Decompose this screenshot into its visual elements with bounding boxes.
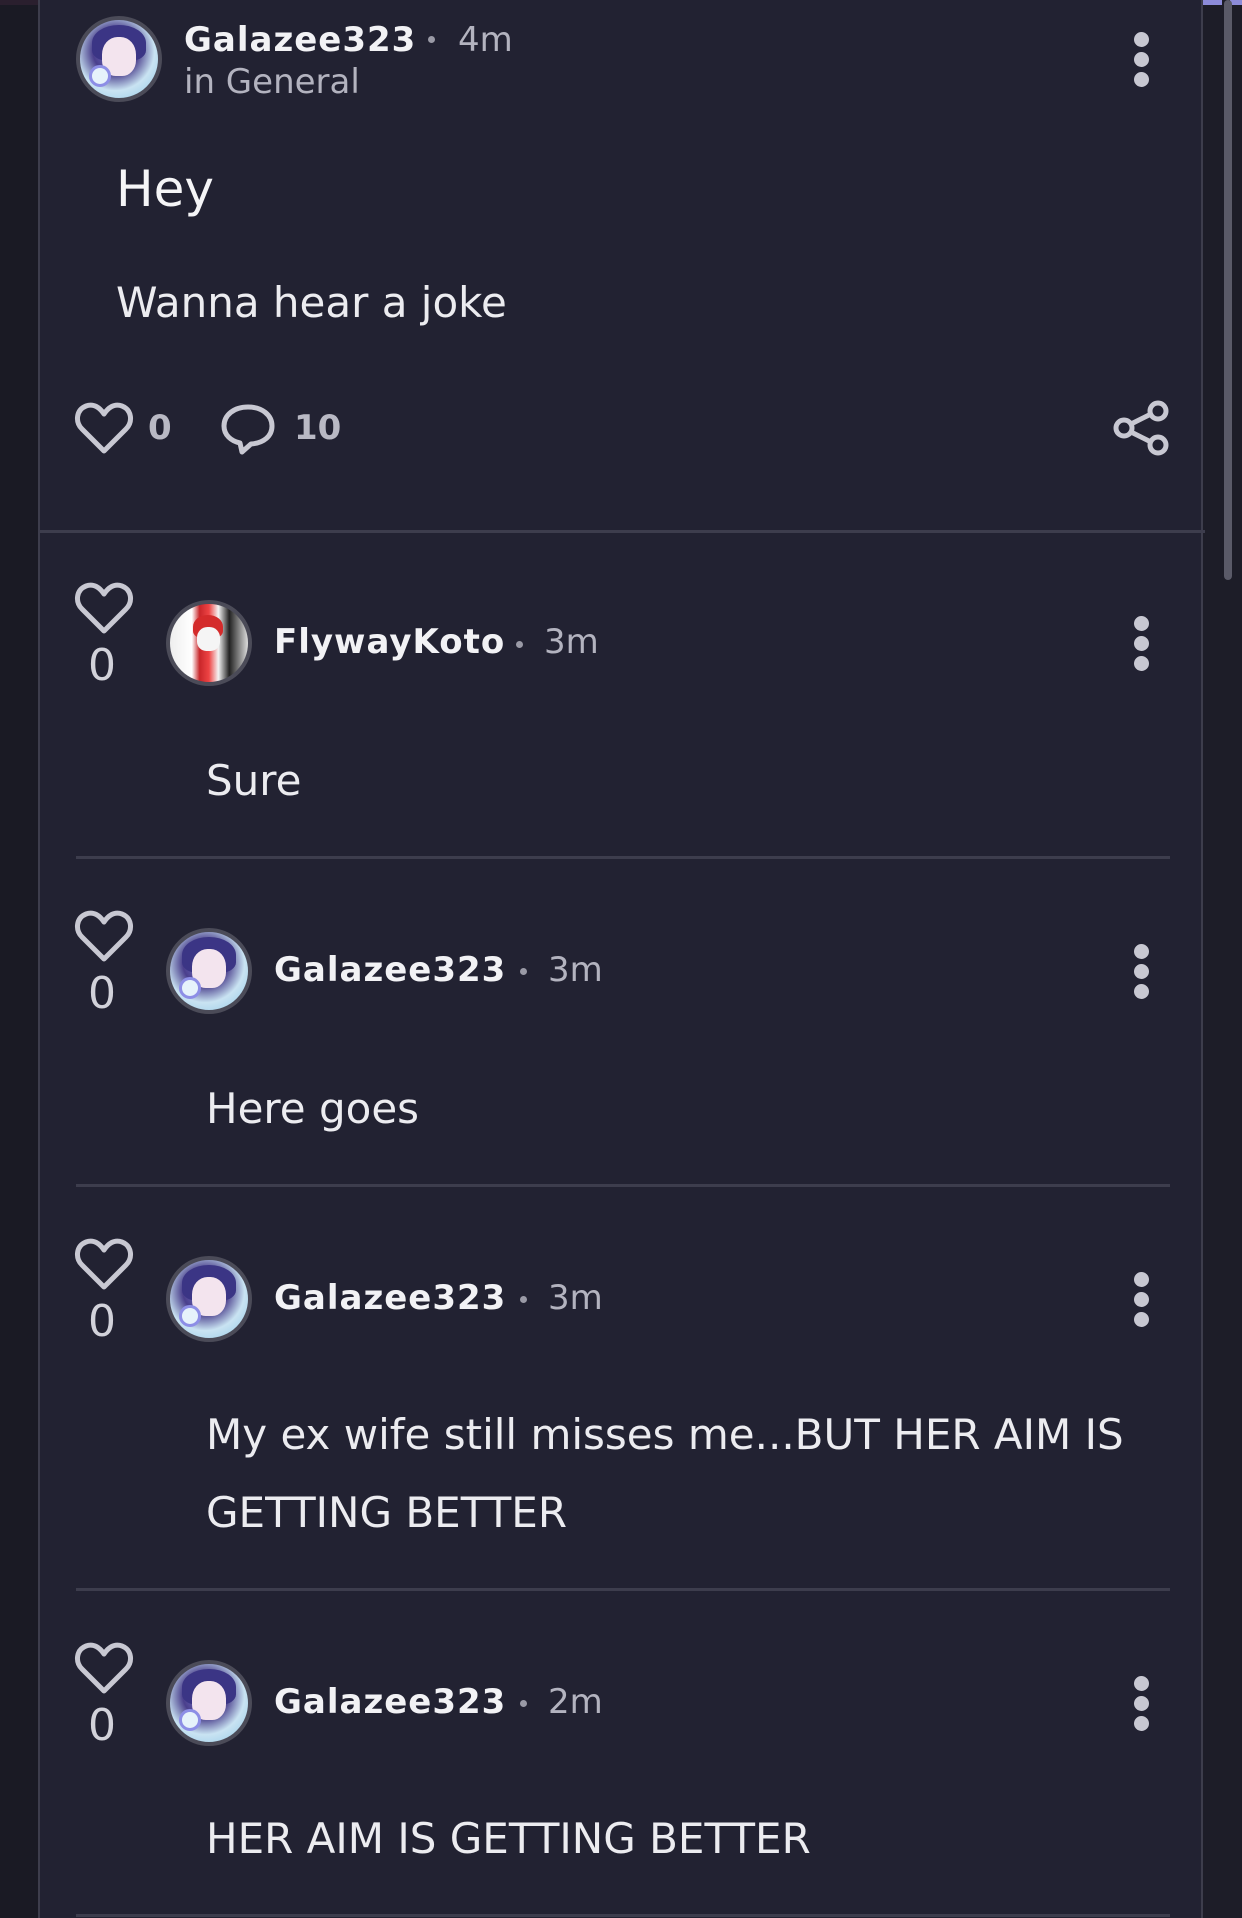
comment-author-avatar[interactable] [166, 600, 252, 686]
separator-dot [520, 1296, 527, 1303]
comment-author-avatar[interactable] [166, 928, 252, 1014]
post-comments-divider [40, 530, 1205, 533]
comment-text: Here goes [206, 1084, 420, 1133]
post-comment-count: 10 [294, 408, 342, 448]
post-author-name[interactable]: Galazee323 [184, 20, 416, 60]
comment-author-avatar[interactable] [166, 1256, 252, 1342]
post-more-options-icon[interactable] [1126, 30, 1156, 90]
comment-author-name[interactable]: Galazee323 [274, 1682, 506, 1722]
comment-divider [76, 1184, 1170, 1187]
post-like-count: 0 [148, 408, 172, 448]
comment-time: 3m [548, 1278, 603, 1318]
left-edge [0, 0, 38, 1918]
comment-like-heart-icon[interactable] [74, 908, 134, 964]
scrollbar-thumb[interactable] [1224, 0, 1232, 580]
comment-time: 2m [548, 1682, 603, 1722]
thread-panel: Galazee323 4m in General Hey Wanna hear … [38, 0, 1205, 1918]
comment-like-count: 0 [88, 1296, 116, 1347]
comment-like-count: 0 [88, 640, 116, 691]
comment-like-heart-icon[interactable] [74, 1236, 134, 1292]
separator-dot [520, 1700, 527, 1707]
comment-text: HER AIM IS GETTING BETTER [206, 1814, 811, 1863]
separator-dot [520, 968, 527, 975]
comment-more-options-icon[interactable] [1126, 1674, 1156, 1734]
comment-divider [76, 856, 1170, 859]
post-time: 4m [458, 20, 513, 60]
post-body: Wanna hear a joke [116, 278, 507, 327]
post-share-icon[interactable] [1112, 400, 1172, 456]
comment-author-name[interactable]: Galazee323 [274, 950, 506, 990]
post-comment-bubble-icon[interactable] [220, 402, 276, 456]
comment-more-options-icon[interactable] [1126, 1270, 1156, 1330]
comment-divider [76, 1588, 1170, 1591]
comment-like-heart-icon[interactable] [74, 1640, 134, 1696]
comment-time: 3m [544, 622, 599, 662]
comment-author-avatar[interactable] [166, 1660, 252, 1746]
comment-more-options-icon[interactable] [1126, 942, 1156, 1002]
comment-time: 3m [548, 950, 603, 990]
comment-text: My ex wife still misses me...BUT HER AIM… [206, 1410, 1124, 1537]
post-title: Hey [116, 160, 214, 218]
comment-more-options-icon[interactable] [1126, 614, 1156, 674]
comment-author-name[interactable]: FlywayKoto [274, 622, 505, 662]
post-author-avatar[interactable] [76, 16, 162, 102]
comment-text: Sure [206, 756, 302, 805]
comment-divider [76, 1914, 1170, 1917]
comment-like-count: 0 [88, 968, 116, 1019]
comment-like-heart-icon[interactable] [74, 580, 134, 636]
comment-like-count: 0 [88, 1700, 116, 1751]
comment-author-name[interactable]: Galazee323 [274, 1278, 506, 1318]
separator-dot [428, 36, 435, 43]
separator-dot [516, 641, 523, 648]
post-community[interactable]: in General [184, 62, 360, 102]
post-like-heart-icon[interactable] [74, 400, 134, 456]
